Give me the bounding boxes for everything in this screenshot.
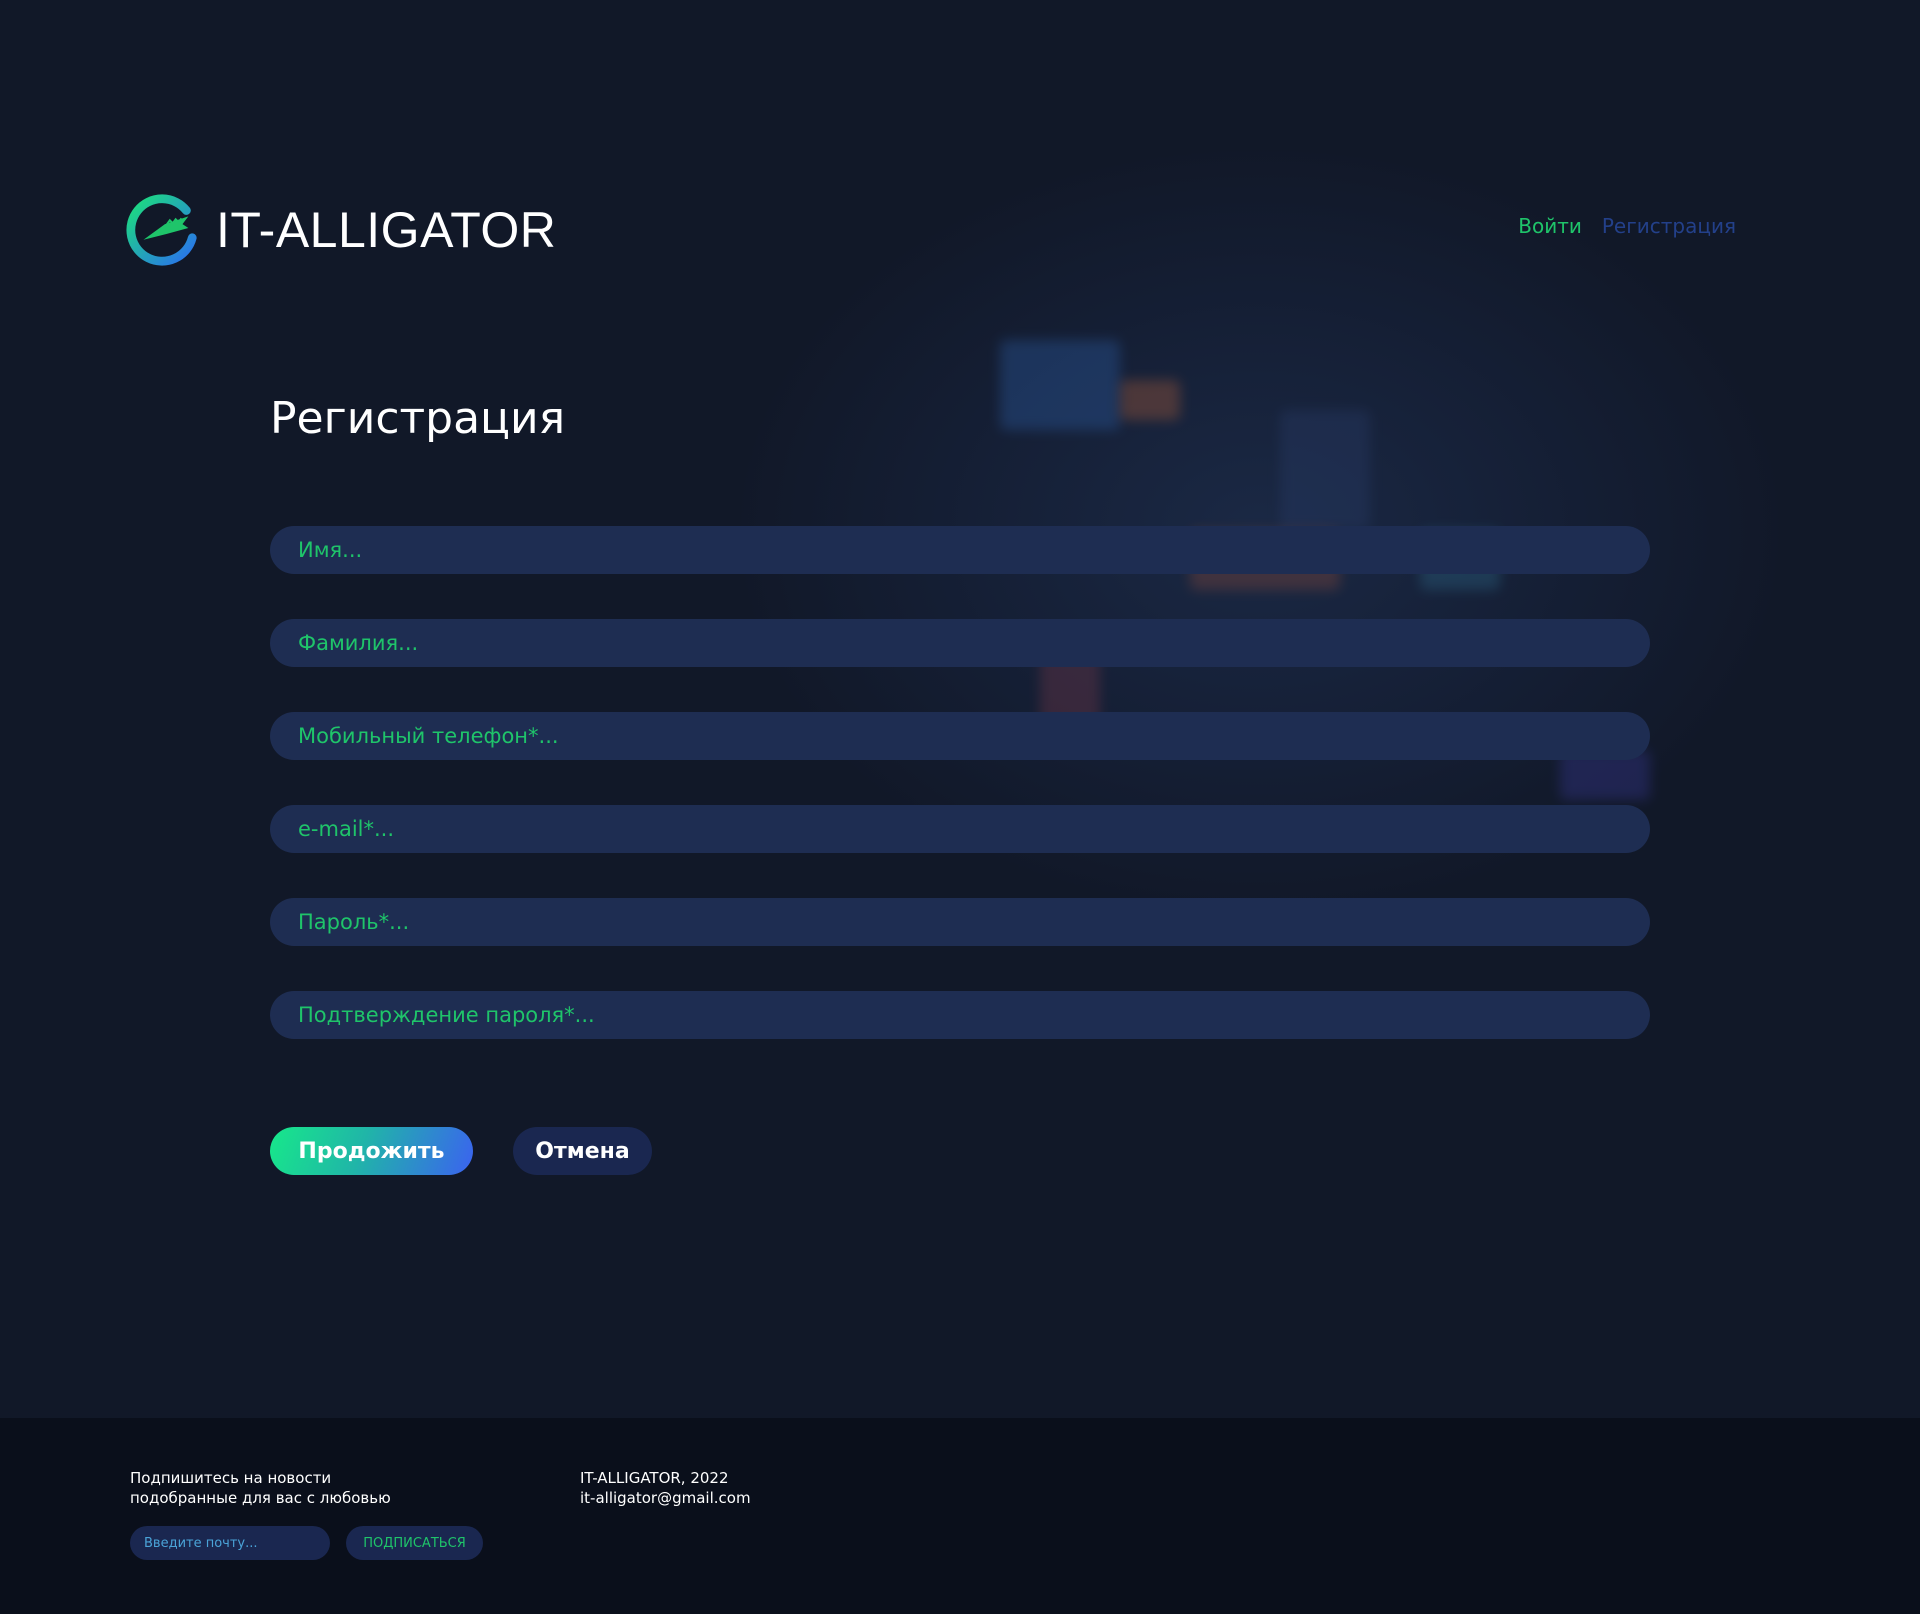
- subscribe-text: Подпишитесь на новости подобранные для в…: [130, 1468, 391, 1508]
- subscribe-email-input[interactable]: [130, 1526, 330, 1560]
- nav-register-link[interactable]: Регистрация: [1602, 214, 1736, 238]
- copyright-text: IT-ALLIGATOR, 2022: [580, 1469, 729, 1487]
- logo[interactable]: IT-ALLIGATOR: [124, 188, 556, 272]
- footer-contacts: IT-ALLIGATOR, 2022 it-alligator@gmail.co…: [580, 1468, 751, 1508]
- alligator-logo-icon: [126, 194, 197, 266]
- password-confirm-field[interactable]: [270, 991, 1650, 1039]
- subscribe-line-2: подобранные для вас с любовью: [130, 1489, 391, 1507]
- form-actions: Продожить Отмена: [270, 1127, 652, 1175]
- last-name-field[interactable]: [270, 619, 1650, 667]
- site-header: IT-ALLIGATOR Войти Регистрация: [124, 188, 1736, 272]
- email-field[interactable]: [270, 805, 1650, 853]
- contact-email[interactable]: it-alligator@gmail.com: [580, 1488, 751, 1508]
- header-nav: Войти Регистрация: [1518, 214, 1736, 238]
- subscribe-button[interactable]: ПОДПИСАТЬСЯ: [346, 1526, 483, 1560]
- subscribe-line-1: Подпишитесь на новости: [130, 1469, 332, 1487]
- registration-form: [270, 526, 1650, 1084]
- cancel-button[interactable]: Отмена: [513, 1127, 652, 1175]
- phone-field[interactable]: [270, 712, 1650, 760]
- logo-text: IT-ALLIGATOR: [216, 202, 557, 258]
- nav-login-link[interactable]: Войти: [1518, 214, 1582, 238]
- page-title: Регистрация: [270, 393, 566, 444]
- site-footer: Подпишитесь на новости подобранные для в…: [0, 1418, 1920, 1614]
- continue-button[interactable]: Продожить: [270, 1127, 473, 1175]
- first-name-field[interactable]: [270, 526, 1650, 574]
- password-field[interactable]: [270, 898, 1650, 946]
